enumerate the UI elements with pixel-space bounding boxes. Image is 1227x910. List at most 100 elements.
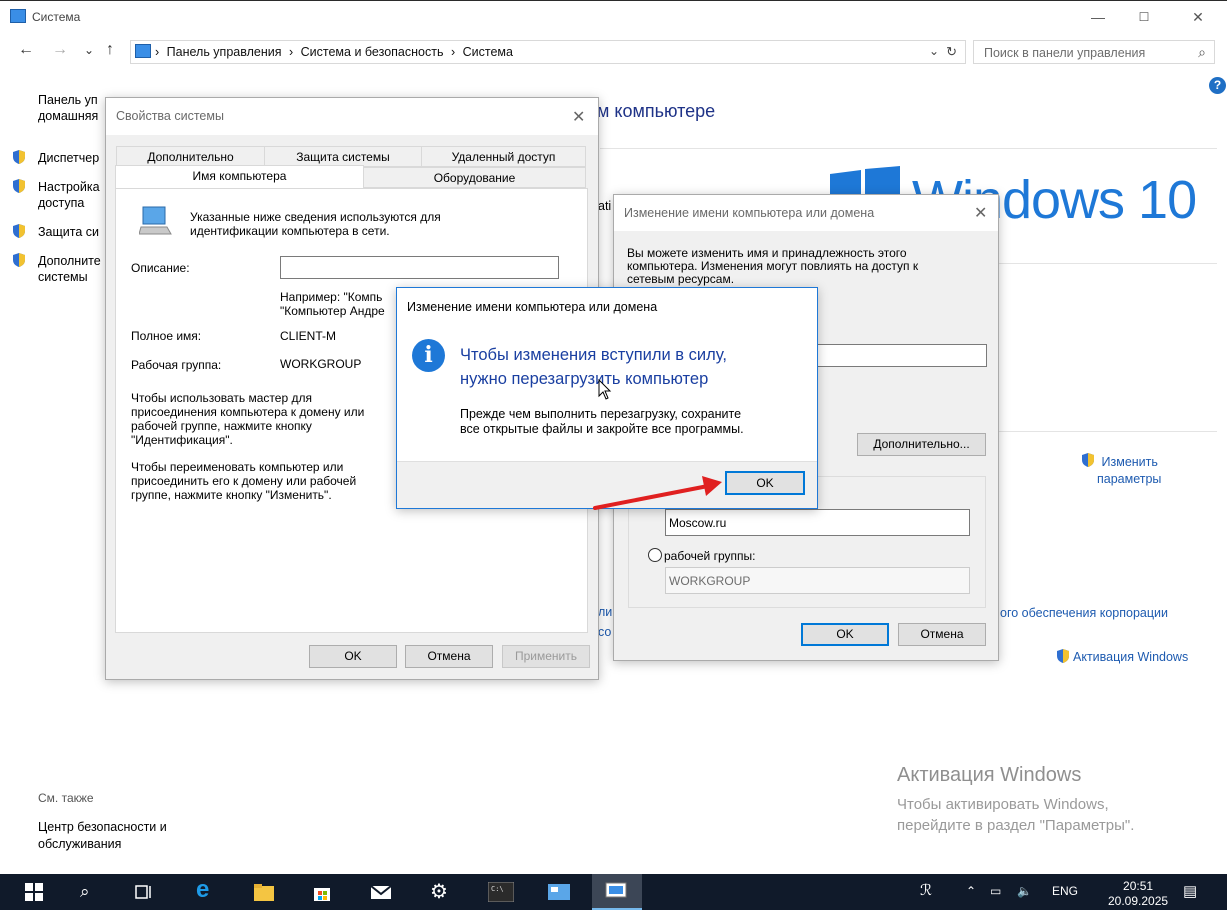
sidebar-home-link[interactable]: Панель уп домашняя — [38, 92, 98, 124]
start-icon[interactable] — [24, 882, 44, 902]
windows-activation-link[interactable]: Активация Windows — [1073, 650, 1188, 664]
dialog-title: Свойства системы — [116, 109, 224, 123]
search-placeholder: Поиск в панели управления — [984, 46, 1146, 60]
shield-icon — [11, 178, 27, 194]
watermark-line1: Чтобы активировать Windows, — [897, 796, 1109, 813]
forward-button[interactable]: → — [52, 41, 68, 59]
computer-icon — [135, 44, 151, 58]
tab-remote-access[interactable]: Удаленный доступ — [421, 146, 586, 167]
tab-system-protection[interactable]: Защита системы — [264, 146, 422, 167]
security-link-line2: обслуживания — [38, 837, 122, 851]
volume-muted-icon[interactable]: 🔈 — [1017, 884, 1032, 898]
chevron-up-icon[interactable]: ⌃ — [966, 884, 976, 898]
command-prompt-icon[interactable]: C:\ — [487, 881, 515, 903]
breadcrumb-security[interactable]: Система и безопасность — [301, 45, 444, 59]
apply-button[interactable]: Применить — [502, 645, 590, 668]
cancel-button[interactable]: Отмена — [405, 645, 493, 668]
maximize-button[interactable]: ☐ — [1121, 3, 1167, 31]
search-icon[interactable]: ⌕ — [80, 882, 100, 902]
clock-time: 20:51 — [1123, 879, 1154, 893]
control-panel-icon[interactable] — [547, 882, 570, 902]
intro-line2: идентификации компьютера в сети. — [190, 224, 390, 238]
sidebar-item-label: системы — [38, 270, 88, 284]
recent-locations-button[interactable]: ⌄ — [84, 43, 94, 57]
activation-watermark-subtitle: Чтобы активировать Windows, перейдите в … — [897, 794, 1134, 836]
sidebar-item-advanced-settings[interactable]: Дополните системы — [38, 253, 101, 285]
more-button[interactable]: Дополнительно... — [857, 433, 986, 456]
mail-icon[interactable] — [370, 882, 392, 902]
example-line1: Например: "Компь — [280, 290, 383, 304]
ok-button[interactable]: OK — [309, 645, 397, 668]
close-button[interactable]: ✕ — [1175, 3, 1221, 31]
tab-advanced[interactable]: Дополнительно — [116, 146, 265, 167]
intro-line1: Указанные ниже сведения используются для — [190, 210, 441, 224]
up-button[interactable]: ↑ — [106, 41, 114, 59]
cancel-button[interactable]: Отмена — [898, 623, 986, 646]
breadcrumb-control-panel[interactable]: Панель управления — [167, 45, 282, 59]
help-icon[interactable]: ? — [1209, 77, 1226, 94]
language-indicator[interactable]: ENG — [1052, 884, 1078, 898]
full-name-label: Полное имя: — [131, 329, 202, 343]
help1-line3: рабочей группе, нажмите кнопку — [131, 419, 312, 433]
ok-button[interactable]: OK — [725, 471, 805, 495]
breadcrumb-separator: › — [450, 45, 456, 59]
divider — [990, 263, 1217, 264]
sidebar-item-system-protection[interactable]: Защита си — [38, 224, 99, 240]
text-fragment: со — [598, 625, 612, 639]
search-icon[interactable]: ⌕ — [1198, 44, 1206, 61]
network-icon[interactable]: ▭ — [990, 884, 1001, 898]
page-title: м компьютере — [597, 101, 716, 121]
window-title: Система — [32, 10, 81, 24]
workgroup-radio-label: рабочей группы: — [664, 549, 756, 563]
corp-text-link[interactable]: ого обеспечения корпорации — [1000, 606, 1168, 620]
workgroup-input[interactable]: WORKGROUP — [665, 567, 970, 594]
text-fragment: ли — [598, 605, 613, 619]
description-input[interactable] — [280, 256, 559, 279]
dialog-title: Изменение имени компьютера или домена — [624, 206, 875, 220]
chevron-down-icon[interactable]: ⌄ — [929, 44, 939, 58]
refresh-icon[interactable]: ↻ — [946, 44, 957, 60]
annotation-arrow — [593, 476, 722, 510]
divider — [990, 431, 1217, 432]
workgroup-radio[interactable] — [648, 548, 662, 562]
people-icon[interactable]: ℛ — [920, 881, 932, 899]
close-icon[interactable]: ✕ — [974, 203, 987, 223]
workgroup-label: Рабочая группа: — [131, 358, 222, 372]
full-name-value: CLIENT-M — [280, 329, 337, 343]
tab-computer-name[interactable]: Имя компьютера — [115, 165, 364, 188]
security-center-link[interactable]: Центр безопасности и обслуживания — [38, 819, 167, 853]
search-input[interactable]: Поиск в панели управления ⌕ — [973, 40, 1215, 64]
sidebar-item-remote-access[interactable]: Настройка доступа — [38, 179, 100, 211]
change-link-line2: параметры — [1097, 472, 1162, 486]
rename-help-text: Чтобы переименовать компьютер или присое… — [131, 460, 356, 502]
notifications-icon[interactable]: ▤ — [1183, 882, 1197, 900]
tab-hardware[interactable]: Оборудование — [363, 167, 586, 188]
ok-button[interactable]: OK — [801, 623, 889, 646]
help1-line4: "Идентификация". — [131, 433, 233, 447]
minimize-button[interactable]: — — [1075, 3, 1121, 31]
help1-line2: присоединения компьютера к домену или — [131, 405, 365, 419]
breadcrumb-system[interactable]: Система — [463, 45, 513, 59]
address-row: ← → ⌄ ↑ › Панель управления › Система и … — [0, 37, 1227, 67]
task-view-icon[interactable] — [134, 882, 154, 902]
file-explorer-icon[interactable] — [253, 882, 274, 902]
clock[interactable]: 20:51 20.09.2025 — [1108, 879, 1168, 909]
address-bar[interactable]: › Панель управления › Система и безопасн… — [130, 40, 966, 64]
computer-icon — [138, 205, 173, 240]
restart-sub-text: Прежде чем выполнить перезагрузку, сохра… — [460, 407, 744, 437]
sub-line2: все открытые файлы и закройте все програ… — [460, 422, 744, 436]
sidebar-item-label: доступа — [38, 196, 85, 210]
sidebar-item-device-manager[interactable]: Диспетчер — [38, 150, 99, 166]
divider — [600, 148, 1217, 149]
store-icon[interactable] — [312, 882, 332, 902]
sidebar-item-label: Настройка — [38, 180, 100, 194]
title-bar: Система — ☐ ✕ — [0, 1, 1227, 33]
active-window-button[interactable] — [592, 874, 642, 910]
change-settings-link[interactable]: Изменить параметры — [1097, 454, 1162, 488]
example-text: Например: "Компь "Компьютер Андре — [280, 290, 385, 318]
settings-icon[interactable]: ⚙ — [430, 879, 450, 903]
edge-icon[interactable]: e — [196, 876, 216, 903]
back-button[interactable]: ← — [18, 41, 34, 59]
shield-icon — [11, 252, 27, 268]
close-icon[interactable]: ✕ — [572, 107, 585, 127]
